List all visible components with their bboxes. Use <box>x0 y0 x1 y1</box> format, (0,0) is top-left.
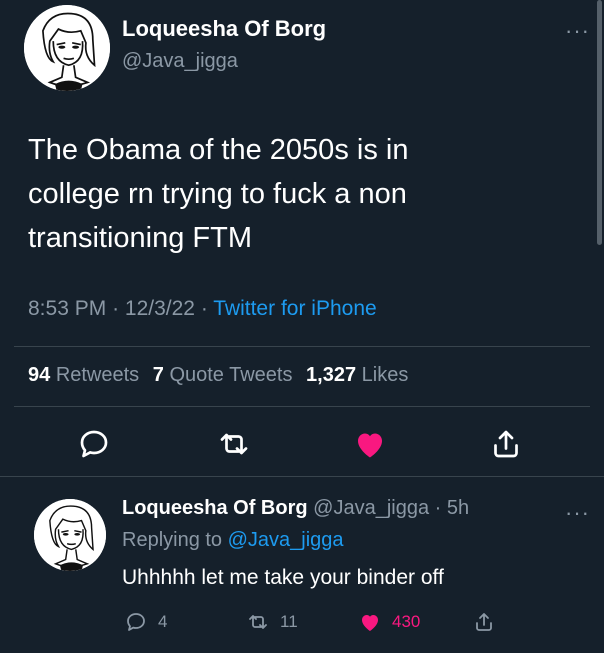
retweets-label: Retweets <box>55 364 140 386</box>
replying-mention[interactable]: @Java_jigga <box>228 529 344 551</box>
reply-header: Loqueesha Of Borg @Java_jigga · 5h <box>122 497 469 520</box>
display-name[interactable]: Loqueesha Of Borg <box>122 497 308 519</box>
more-horizontal-icon[interactable]: ··· <box>565 18 590 44</box>
retweet-icon[interactable] <box>216 426 252 462</box>
avatar-illustration <box>34 499 106 571</box>
quotes-stat[interactable]: 7 Quote Tweets <box>153 364 293 386</box>
meta-separator: · <box>429 497 447 519</box>
likes-count: 1,327 <box>306 364 357 386</box>
replying-prefix: Replying to <box>122 529 223 551</box>
replying-to: Replying to @Java_jigga <box>122 529 344 552</box>
like-action[interactable]: 430 <box>358 608 420 636</box>
retweet-icon <box>249 615 267 629</box>
user-handle[interactable]: @Java_jigga <box>313 497 429 519</box>
tweet-stats: 94 Retweets 7 Quote Tweets 1,327 Likes <box>28 364 416 387</box>
more-horizontal-icon[interactable]: ··· <box>565 500 590 526</box>
likes-stat[interactable]: 1,327 Likes <box>306 364 408 386</box>
quotes-label: Quote Tweets <box>169 364 293 386</box>
tweet-source[interactable]: Twitter for iPhone <box>213 297 376 320</box>
divider <box>14 406 590 407</box>
meta-separator: · <box>112 297 125 320</box>
avatar[interactable] <box>34 499 106 571</box>
reply-icon[interactable] <box>76 426 112 462</box>
tweet-text: The Obama of the 2050s is in college rn … <box>28 128 568 260</box>
tweet-date[interactable]: 12/3/22 <box>125 297 195 320</box>
share-icon[interactable] <box>488 426 524 462</box>
tweet-text-line: college rn trying to fuck a non <box>28 178 407 210</box>
reply-actions: 4 11 430 <box>0 608 604 638</box>
heart-icon <box>362 615 378 631</box>
quotes-count: 7 <box>152 364 164 386</box>
heart-icon[interactable] <box>352 426 388 462</box>
reply-age[interactable]: 5h <box>447 497 469 519</box>
reply-count: 4 <box>158 612 168 631</box>
tweet-actions <box>0 420 604 464</box>
avatar-illustration <box>24 5 110 91</box>
divider <box>0 476 604 477</box>
likes-label: Likes <box>361 364 409 386</box>
retweet-action[interactable]: 11 <box>246 608 298 636</box>
retweets-count: 94 <box>28 364 51 386</box>
tweet-meta: 8:53 PM · 12/3/22 · Twitter for iPhone <box>28 297 377 321</box>
meta-separator: · <box>200 297 214 320</box>
share-icon <box>476 613 492 631</box>
display-name[interactable]: Loqueesha Of Borg <box>122 16 326 42</box>
retweets-stat[interactable]: 94 Retweets <box>28 364 139 386</box>
scrollbar[interactable] <box>597 0 602 245</box>
tweet-time[interactable]: 8:53 PM <box>28 297 106 320</box>
main-tweet[interactable]: Loqueesha Of Borg @Java_jigga ··· The Ob… <box>0 0 604 473</box>
tweet-text-line: transitioning FTM <box>28 222 253 254</box>
user-handle[interactable]: @Java_jigga <box>122 50 238 73</box>
retweet-count: 11 <box>280 612 298 631</box>
reply-text: Uhhhhh let me take your binder off <box>122 566 444 589</box>
reply-action[interactable]: 4 <box>124 608 167 636</box>
share-action[interactable] <box>472 608 496 636</box>
avatar[interactable] <box>24 5 110 91</box>
tweet-text-line: The Obama of the 2050s is in <box>28 134 409 166</box>
like-count: 430 <box>392 612 421 631</box>
reply-icon <box>127 613 145 631</box>
divider <box>14 346 590 347</box>
